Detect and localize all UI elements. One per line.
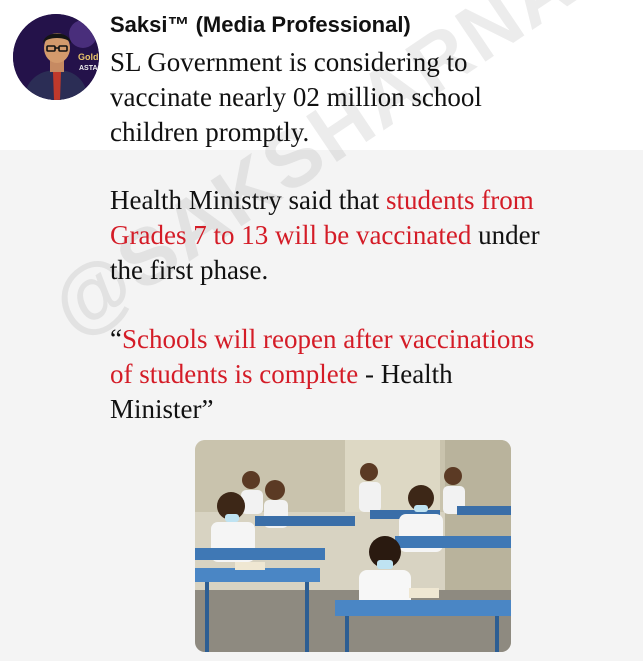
classroom-illustration [195, 440, 511, 652]
quote-highlight: Schools will reopen after vaccinations o… [110, 324, 535, 389]
avatar[interactable]: Gold ASTA [13, 14, 99, 100]
classroom-photo[interactable] [195, 440, 511, 652]
svg-text:ASTA: ASTA [79, 65, 98, 72]
post-paragraph-3: “Schools will reopen after vaccinations … [110, 322, 635, 427]
post-paragraph-1: SL Government is considering to vaccinat… [110, 47, 482, 147]
author-name[interactable]: Saksi™ (Media Professional) [110, 12, 411, 38]
post-paragraph-2: Health Ministry said that students from … [110, 183, 635, 288]
paragraph-2-text-a: Health Ministry said that [110, 185, 386, 215]
avatar-portrait: Gold ASTA [13, 14, 99, 100]
svg-text:Gold: Gold [78, 52, 99, 62]
quote-open: “ [110, 324, 122, 354]
